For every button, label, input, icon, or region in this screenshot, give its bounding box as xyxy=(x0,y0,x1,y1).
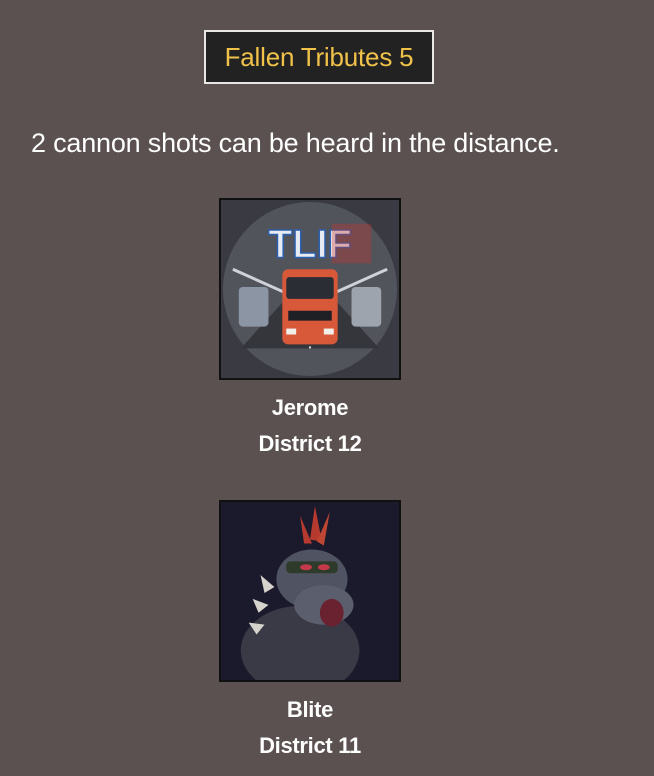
page-title: Fallen Tributes 5 xyxy=(204,30,434,84)
tribute-name: Blite xyxy=(286,697,334,722)
tribute-district: District 11 xyxy=(259,733,361,758)
trucks-logo-avatar-icon: TLIF xyxy=(221,200,399,378)
tribute-card: Blite District 11 xyxy=(210,500,410,764)
tribute-card: TLIF Jerome District 12 xyxy=(210,198,410,462)
tribute-district: District 12 xyxy=(258,431,362,456)
cannon-message: 2 cannon shots can be heard in the dista… xyxy=(31,128,560,158)
tribute-avatar: TLIF xyxy=(219,198,401,380)
tribute-name: Jerome xyxy=(271,395,349,420)
tribute-avatar xyxy=(219,500,401,682)
spiked-creature-avatar-icon xyxy=(221,502,399,680)
page-title-text: Fallen Tributes 5 xyxy=(224,41,414,72)
